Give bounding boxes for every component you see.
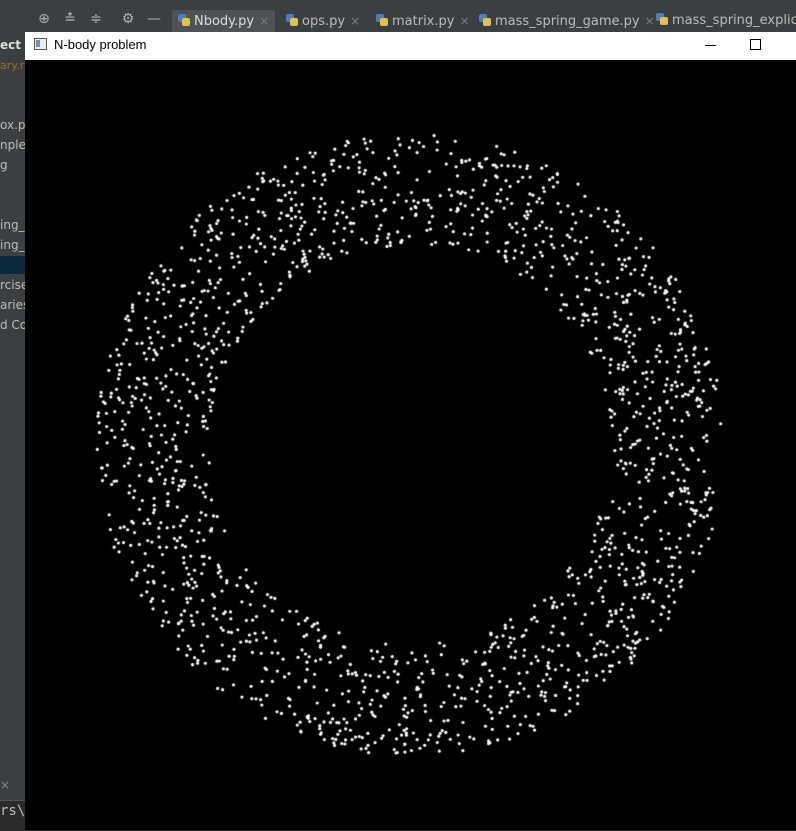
minimize-icon[interactable]: —	[146, 11, 162, 27]
close-icon[interactable]: ×	[459, 14, 469, 28]
project-path: ary.r	[0, 56, 25, 74]
python-file-icon	[656, 13, 668, 25]
python-file-icon	[376, 14, 388, 26]
tab-label: ops.py	[302, 14, 346, 29]
tab-nbody[interactable]: Nbody.py ×	[172, 10, 276, 32]
project-title-label: ect	[0, 38, 21, 52]
tab-label: mass_spring_explicit.p	[672, 13, 796, 28]
tree-item-label: ing_e	[0, 218, 25, 232]
app-window-icon	[34, 38, 47, 50]
tab-label: mass_spring_game.py	[495, 14, 640, 29]
tree-item[interactable]: aries	[0, 296, 25, 314]
tree-item-label: rcise	[0, 278, 25, 292]
tree-item-label: d Co	[0, 318, 25, 332]
tree-item[interactable]: ox.py	[0, 116, 25, 134]
tab-matrix[interactable]: matrix.py ×	[370, 10, 476, 32]
tree-item[interactable]: rcise	[0, 276, 25, 294]
maximize-button[interactable]	[740, 32, 770, 60]
tree-item-label: g	[0, 158, 8, 172]
tree-item-label: aries	[0, 298, 25, 312]
tree-item-selected[interactable]	[0, 256, 25, 274]
python-file-icon	[178, 14, 190, 26]
python-file-icon	[286, 14, 298, 26]
minimize-button[interactable]	[695, 32, 725, 60]
terminal-prompt[interactable]: rs\	[0, 800, 25, 831]
tree-item-label: nple	[0, 138, 25, 152]
close-icon[interactable]: ×	[259, 14, 269, 28]
python-file-icon	[479, 14, 491, 26]
simulation-canvas[interactable]	[25, 60, 796, 830]
project-path-label: ary.r	[0, 59, 25, 72]
tree-item[interactable]: g	[0, 156, 25, 174]
tab-mass-spring-explicit[interactable]: mass_spring_explicit.p	[650, 10, 796, 32]
tree-item-label: ox.py	[0, 118, 25, 132]
tab-label: matrix.py	[392, 14, 455, 29]
close-icon[interactable]: ×	[0, 778, 20, 792]
gear-icon[interactable]: ⚙	[120, 11, 136, 27]
window-titlebar[interactable]: N-body problem	[25, 32, 796, 60]
tab-mass-spring-game[interactable]: mass_spring_game.py ×	[473, 10, 661, 32]
window-title: N-body problem	[54, 37, 147, 52]
tree-item[interactable]: d Co	[0, 316, 25, 334]
project-panel: ect ary.r ox.py nple g ing_e ing_g rcise…	[0, 32, 25, 830]
tree-item[interactable]: ing_g	[0, 236, 25, 254]
tree-item[interactable]: ing_e	[0, 216, 25, 234]
nbody-window: N-body problem	[25, 32, 796, 830]
tree-item[interactable]: nple	[0, 136, 25, 154]
expand-all-icon[interactable]: ≛	[62, 11, 78, 27]
project-title[interactable]: ect	[0, 36, 25, 54]
close-icon[interactable]: ×	[350, 14, 360, 28]
collapse-all-icon[interactable]: ≑	[88, 11, 104, 27]
target-icon[interactable]: ⊕	[36, 11, 52, 27]
tab-ops[interactable]: ops.py ×	[280, 10, 366, 32]
ide-tab-bar: ⊕ ≛ ≑ ⚙ — Nbody.py × ops.py × matrix.py × m…	[0, 0, 796, 33]
tree-item-label: ing_g	[0, 238, 25, 252]
tab-label: Nbody.py	[194, 14, 255, 29]
